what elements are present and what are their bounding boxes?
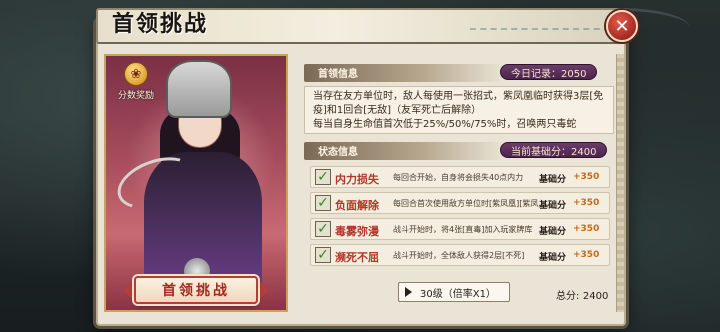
level-dropdown[interactable]: 30级（倍率X1） bbox=[398, 282, 510, 302]
boss-headdress bbox=[166, 60, 232, 118]
status-score-label: 基础分 bbox=[539, 175, 567, 185]
status-row[interactable]: ✓ 濒死不屈 战斗开始时，全体敌人获得2层[不死] 基础分 +350 bbox=[310, 244, 610, 266]
boss-portrait: ❀ 分数奖励 bbox=[104, 54, 288, 312]
boss-info-line: 当存在友方单位时，敌人每使用一张招式，紫凤凰临时获得3层[免 bbox=[313, 91, 604, 102]
score-reward-label: 分数奖励 bbox=[117, 91, 154, 101]
score-reward-button[interactable]: ❀ 分数奖励 bbox=[116, 62, 156, 110]
scroll-edge-decoration bbox=[616, 54, 624, 312]
title-decoration bbox=[470, 16, 610, 30]
status-desc: 每回合首次使用敌方单位时[紫凤凰][紫凤凰]消除负面状态 bbox=[393, 199, 539, 208]
total-score: 总分: 2400 bbox=[556, 287, 608, 302]
boss-info-title: 首领信息 bbox=[318, 69, 358, 80]
status-name: 濒死不屈 bbox=[335, 251, 379, 264]
total-score-value: 2400 bbox=[582, 291, 609, 302]
today-record-badge: 今日记录：2050 bbox=[500, 64, 598, 80]
status-score-label: 基础分 bbox=[539, 227, 567, 237]
boss-info-line: 疫]和1回合[无敌]（友军死亡后解除） bbox=[313, 105, 482, 116]
boss-info-header: 首领信息 bbox=[304, 64, 504, 82]
base-score-badge: 当前基础分：2400 bbox=[500, 142, 608, 158]
window-title: 首领挑战 bbox=[112, 11, 209, 37]
status-name: 负面解除 bbox=[335, 199, 379, 212]
checkbox-checked-icon[interactable]: ✓ bbox=[315, 221, 331, 237]
status-score: +350 bbox=[573, 224, 600, 234]
status-desc: 战斗开始时，将4张[直毒]加入玩家牌库 bbox=[393, 225, 533, 234]
status-score-label: 基础分 bbox=[539, 253, 567, 263]
status-score: +350 bbox=[573, 250, 600, 260]
checkbox-checked-icon[interactable]: ✓ bbox=[315, 195, 331, 211]
status-row[interactable]: ✓ 毒雾弥漫 战斗开始时，将4张[直毒]加入玩家牌库 基础分 +350 bbox=[310, 218, 610, 240]
boss-info-text: 当存在友方单位时，敌人每使用一张招式，紫凤凰临时获得3层[免 疫]和1回合[无敌… bbox=[304, 86, 614, 134]
status-score-label: 基础分 bbox=[539, 201, 567, 211]
play-arrow-icon bbox=[405, 287, 412, 297]
status-name: 毒雾弥漫 bbox=[335, 225, 379, 238]
gift-icon: ❀ bbox=[124, 62, 148, 86]
status-info-header: 状态信息 bbox=[304, 142, 504, 160]
status-desc: 战斗开始时，全体敌人获得2层[不死] bbox=[393, 251, 525, 260]
status-desc: 每回合开始，自身将会损失40点内力 bbox=[393, 173, 524, 182]
status-row[interactable]: ✓ 内力损失 每回合开始，自身将会损失40点内力 基础分 +350 bbox=[310, 166, 610, 188]
close-button[interactable]: ✕ bbox=[606, 10, 638, 42]
status-score: +350 bbox=[573, 172, 600, 182]
status-score: +350 bbox=[573, 198, 600, 208]
status-info-title: 状态信息 bbox=[318, 147, 358, 158]
close-icon: ✕ bbox=[614, 15, 630, 37]
checkbox-checked-icon[interactable]: ✓ bbox=[315, 169, 331, 185]
challenge-button[interactable]: 首领挑战 bbox=[134, 276, 258, 304]
total-score-label: 总分: bbox=[556, 291, 580, 302]
boss-info-line: 每当自身生命值首次低于25%/50%/75%时，召唤两只毒蛇 bbox=[313, 119, 577, 130]
status-row[interactable]: ✓ 负面解除 每回合首次使用敌方单位时[紫凤凰][紫凤凰]消除负面状态 基础分 … bbox=[310, 192, 610, 214]
status-name: 内力损失 bbox=[335, 173, 379, 186]
level-value: 30级（倍率X1） bbox=[420, 288, 496, 300]
checkbox-checked-icon[interactable]: ✓ bbox=[315, 247, 331, 263]
